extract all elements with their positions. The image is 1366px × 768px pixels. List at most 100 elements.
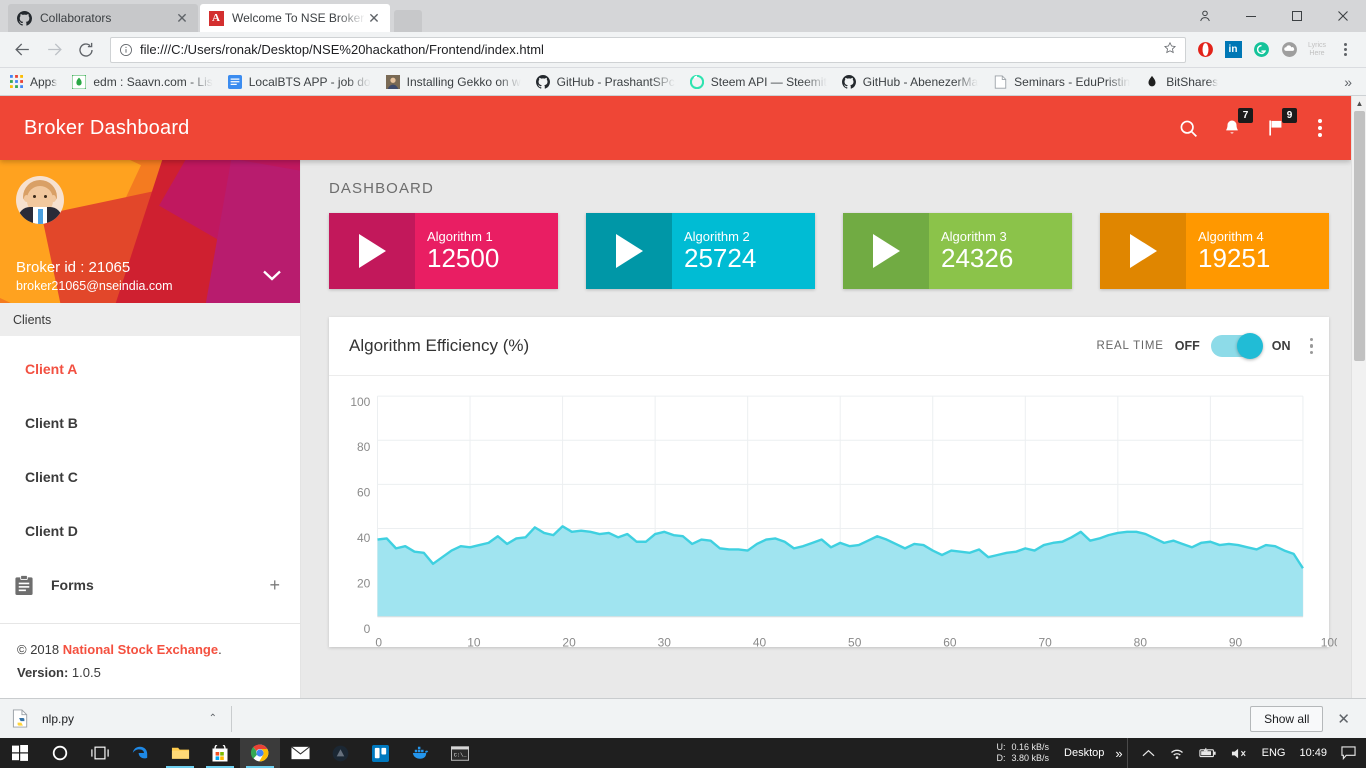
tab-close-icon[interactable]: ✕ [174, 11, 190, 25]
chrome-menu-icon[interactable] [1332, 37, 1358, 63]
nse-icon: A [208, 10, 224, 26]
sidebar-item-label: Client D [25, 523, 78, 539]
language-indicator[interactable]: ENG [1255, 738, 1293, 768]
card-value: 25724 [684, 243, 757, 274]
more-vert-icon[interactable] [1307, 115, 1333, 141]
action-center-icon[interactable] [1334, 738, 1366, 768]
bookmark-github-abenezer[interactable]: GitHub - AbenezerMa [841, 74, 978, 90]
chrome-icon[interactable] [240, 738, 280, 768]
info-icon[interactable] [119, 43, 133, 57]
show-all-downloads-button[interactable]: Show all [1250, 705, 1324, 732]
bookmark-label: LocalBTS APP - job do [248, 74, 371, 89]
algorithm-card-1[interactable]: Algorithm 1 12500 [329, 213, 558, 289]
lyrics-here-icon[interactable]: Lyrics Here [1304, 37, 1330, 63]
volume-mute-icon[interactable] [1224, 738, 1255, 768]
file-explorer-icon[interactable] [160, 738, 200, 768]
bookmark-edupristine[interactable]: Seminars - EduPristin [992, 74, 1130, 90]
sidebar-item-client-a[interactable]: Client A [0, 342, 300, 396]
play-icon[interactable] [843, 213, 929, 289]
maximize-button[interactable] [1274, 0, 1320, 32]
add-form-icon[interactable]: + [269, 575, 280, 596]
microsoft-store-icon[interactable] [200, 738, 240, 768]
scroll-up-arrow[interactable]: ▲ [1352, 96, 1366, 111]
flag-icon[interactable]: 9 [1263, 108, 1297, 141]
svg-text:80: 80 [1134, 635, 1148, 649]
bookmark-localbts[interactable]: LocalBTS APP - job do [227, 74, 371, 90]
cloud-icon[interactable] [1276, 37, 1302, 63]
back-button[interactable] [8, 36, 36, 64]
docker-icon[interactable] [400, 738, 440, 768]
tray-overflow-icon[interactable]: » [1111, 738, 1126, 768]
cortana-icon[interactable] [40, 738, 80, 768]
atom-icon[interactable] [320, 738, 360, 768]
svg-text:0: 0 [375, 635, 382, 649]
search-icon[interactable] [1175, 115, 1201, 141]
account-icon[interactable] [1182, 0, 1228, 32]
download-item[interactable]: nlp.py ⌃ [10, 704, 225, 734]
sidebar-item-label: Client A [25, 361, 78, 377]
scrollbar-thumb[interactable] [1354, 111, 1365, 361]
profile-header[interactable]: Broker id : 21065 broker21065@nseindia.c… [0, 160, 300, 303]
battery-icon[interactable] [1192, 738, 1224, 768]
bookmark-steem[interactable]: Steem API — Steemit [689, 74, 827, 90]
app-header: Broker Dashboard 7 9 [0, 96, 1351, 160]
browser-tab-collaborators[interactable]: Collaborators ✕ [8, 4, 198, 32]
downloads-actions: Show all ✕ [1250, 705, 1356, 732]
mail-icon[interactable] [280, 738, 320, 768]
svg-text:20: 20 [562, 635, 576, 649]
bookmark-bitshares[interactable]: BitShares [1144, 74, 1218, 90]
close-button[interactable] [1320, 0, 1366, 32]
bookmark-label: Steem API — Steemit [710, 74, 827, 89]
card-value: 12500 [427, 243, 500, 274]
bookmark-saavn[interactable]: edm : Saavn.com - Lis [71, 74, 213, 90]
sidebar-item-client-b[interactable]: Client B [0, 396, 300, 450]
algorithm-card-3[interactable]: Algorithm 3 24326 [843, 213, 1072, 289]
linkedin-icon[interactable]: in [1220, 37, 1246, 63]
play-icon[interactable] [586, 213, 672, 289]
chart-more-vert-icon[interactable] [1309, 337, 1313, 355]
sidebar-item-forms[interactable]: Forms + [0, 558, 300, 612]
opera-icon[interactable] [1192, 37, 1218, 63]
play-icon[interactable] [329, 213, 415, 289]
sidebar-item-client-c[interactable]: Client C [0, 450, 300, 504]
cmd-icon[interactable]: C:\_ [440, 738, 480, 768]
download-menu-icon[interactable]: ⌃ [209, 713, 217, 724]
sidebar-item-client-d[interactable]: Client D [0, 504, 300, 558]
trello-icon[interactable] [360, 738, 400, 768]
bookmark-apps[interactable]: Apps [8, 74, 57, 90]
minimize-button[interactable] [1228, 0, 1274, 32]
algorithm-card-2[interactable]: Algorithm 2 25724 [586, 213, 815, 289]
tray-chevron-up-icon[interactable] [1135, 738, 1162, 768]
photo-icon [385, 74, 401, 90]
address-bar[interactable]: file:///C:/Users/ronak/Desktop/NSE%20hac… [110, 36, 1186, 63]
realtime-toggle[interactable] [1210, 332, 1263, 359]
bookmark-github-prashant[interactable]: GitHub - PrashantSPc [535, 74, 675, 90]
sidebar-item-label: Client C [25, 469, 78, 485]
browser-tab-nse-broker[interactable]: A Welcome To NSE Broker ✕ [200, 4, 390, 32]
reload-button[interactable] [72, 36, 100, 64]
bookmarks-overflow-icon[interactable]: » [1344, 74, 1358, 90]
new-tab-button[interactable] [394, 10, 422, 32]
close-downloads-bar-icon[interactable]: ✕ [1337, 710, 1350, 728]
tab-close-icon[interactable]: ✕ [366, 11, 382, 25]
edge-icon[interactable] [120, 738, 160, 768]
bookmark-gekko[interactable]: Installing Gekko on w [385, 74, 521, 90]
bookmarks-bar: Apps edm : Saavn.com - Lis LocalBTS APP … [0, 68, 1366, 96]
start-icon[interactable] [0, 738, 40, 768]
github-icon [841, 74, 857, 90]
clock[interactable]: 10:49 [1292, 738, 1334, 768]
algorithm-card-4[interactable]: Algorithm 4 19251 [1100, 213, 1329, 289]
card-label: Algorithm 1 [427, 229, 493, 245]
forward-button[interactable] [40, 36, 68, 64]
page-scrollbar[interactable]: ▲ [1351, 96, 1366, 698]
desktop-label[interactable]: Desktop [1057, 738, 1111, 768]
star-icon[interactable] [1163, 41, 1177, 58]
chevron-down-icon[interactable] [262, 269, 282, 287]
play-icon[interactable] [1100, 213, 1186, 289]
notifications-bell-icon[interactable]: 7 [1219, 108, 1253, 141]
task-view-icon[interactable] [80, 738, 120, 768]
grammarly-icon[interactable] [1248, 37, 1274, 63]
org-name[interactable]: National Stock Exchange [63, 642, 218, 657]
avatar [16, 176, 64, 224]
wifi-icon[interactable] [1162, 738, 1192, 768]
